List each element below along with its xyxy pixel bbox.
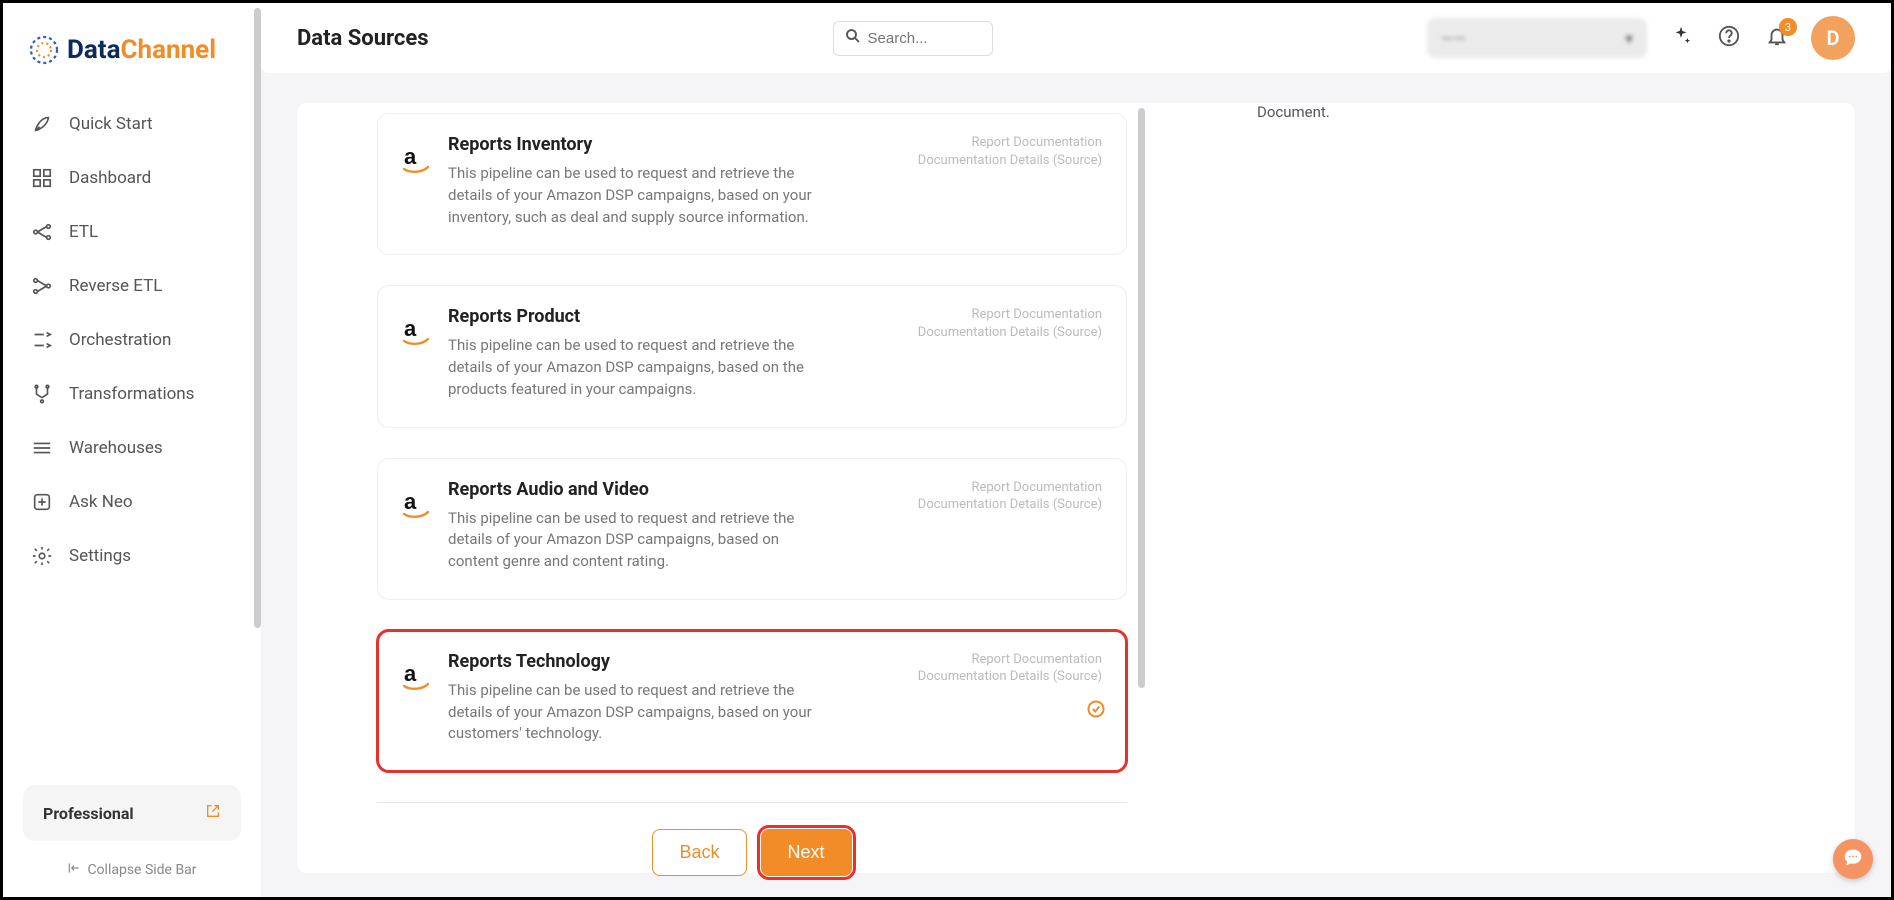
search-field[interactable] <box>868 30 982 47</box>
avatar[interactable]: D <box>1811 16 1855 60</box>
svg-text:a: a <box>404 661 417 686</box>
report-documentation-link[interactable]: Report Documentation <box>918 651 1102 669</box>
amazon-icon: a <box>402 479 430 573</box>
reverse-etl-icon <box>31 275 53 297</box>
warehouses-icon <box>31 437 53 459</box>
logo-text: DataChannel <box>67 35 216 65</box>
documentation-details-link[interactable]: Documentation Details (Source) <box>918 668 1102 686</box>
search-input[interactable] <box>833 21 993 56</box>
collapse-label: Collapse Side Bar <box>87 862 196 878</box>
card-description: This pipeline can be used to request and… <box>448 680 818 745</box>
sidebar-item-etl[interactable]: ETL <box>3 205 261 259</box>
pipeline-card-reports-technology[interactable]: a Reports Technology This pipeline can b… <box>377 630 1127 772</box>
sidebar-item-transformations[interactable]: Transformations <box>3 367 261 421</box>
logo[interactable]: DataChannel <box>3 21 261 97</box>
pipeline-list: a Reports Inventory This pipeline can be… <box>297 103 1127 873</box>
dashboard-icon <box>31 167 53 189</box>
right-panel: Document. <box>1127 103 1855 873</box>
card-description: This pipeline can be used to request and… <box>448 163 818 228</box>
documentation-details-link[interactable]: Documentation Details (Source) <box>918 496 1102 514</box>
sidebar-item-orchestration[interactable]: Orchestration <box>3 313 261 367</box>
sparkle-button[interactable] <box>1667 24 1695 52</box>
page-title: Data Sources <box>297 26 429 51</box>
check-circle-icon <box>1086 699 1106 723</box>
notifications-badge: 3 <box>1779 18 1797 36</box>
main: Data Sources —— ▾ <box>261 3 1891 897</box>
gear-icon <box>31 545 53 567</box>
card-title: Reports Audio and Video <box>448 479 900 500</box>
report-documentation-link[interactable]: Report Documentation <box>918 134 1102 152</box>
amazon-icon: a <box>402 134 430 228</box>
button-row: Back Next <box>377 829 1127 876</box>
sidebar-item-label: Transformations <box>69 384 194 404</box>
help-button[interactable] <box>1715 24 1743 52</box>
sidebar-item-quick-start[interactable]: Quick Start <box>3 97 261 151</box>
search-icon <box>844 27 862 49</box>
card-title: Reports Technology <box>448 651 900 672</box>
orchestration-icon <box>31 329 53 351</box>
divider <box>377 802 1127 803</box>
sidebar-item-label: Settings <box>69 546 131 566</box>
pipeline-card-reports-audio-video[interactable]: a Reports Audio and Video This pipeline … <box>377 458 1127 600</box>
sidebar-item-dashboard[interactable]: Dashboard <box>3 151 261 205</box>
sidebar-item-label: Dashboard <box>69 168 151 188</box>
content-panel: a Reports Inventory This pipeline can be… <box>297 103 1855 873</box>
card-title: Reports Inventory <box>448 134 900 155</box>
notifications-button[interactable]: 3 <box>1763 24 1791 52</box>
chevron-down-icon: ▾ <box>1625 29 1633 48</box>
workspace-selector[interactable]: —— ▾ <box>1427 18 1647 58</box>
card-description: This pipeline can be used to request and… <box>448 335 818 400</box>
collapse-icon <box>67 861 81 879</box>
amazon-icon: a <box>402 306 430 400</box>
workspace-label: —— <box>1441 29 1466 48</box>
pipeline-card-reports-product[interactable]: a Reports Product This pipeline can be u… <box>377 285 1127 427</box>
card-links: Report Documentation Documentation Detai… <box>918 651 1102 745</box>
chat-widget[interactable] <box>1833 839 1873 879</box>
external-link-icon <box>205 803 221 823</box>
logo-icon <box>27 33 61 67</box>
document-text: Document. <box>1257 103 1815 121</box>
collapse-sidebar[interactable]: Collapse Side Bar <box>3 853 261 879</box>
help-icon <box>1718 25 1740 51</box>
svg-text:a: a <box>404 316 417 341</box>
svg-text:a: a <box>404 144 417 169</box>
pipeline-card-reports-inventory[interactable]: a Reports Inventory This pipeline can be… <box>377 113 1127 255</box>
etl-icon <box>31 221 53 243</box>
card-links: Report Documentation Documentation Detai… <box>918 134 1102 228</box>
sidebar-item-label: Quick Start <box>69 114 153 134</box>
sidebar: DataChannel Quick Start Dashboard ETL <box>3 3 261 897</box>
documentation-details-link[interactable]: Documentation Details (Source) <box>918 152 1102 170</box>
transformations-icon <box>31 383 53 405</box>
back-button[interactable]: Back <box>652 829 746 876</box>
sparkle-icon <box>1670 25 1692 51</box>
sidebar-item-label: Ask Neo <box>69 492 133 512</box>
ask-neo-icon <box>31 491 53 513</box>
sidebar-item-label: Reverse ETL <box>69 276 162 296</box>
plan-chip[interactable]: Professional <box>23 785 241 841</box>
report-documentation-link[interactable]: Report Documentation <box>918 479 1102 497</box>
chat-icon <box>1843 847 1863 871</box>
report-documentation-link[interactable]: Report Documentation <box>918 306 1102 324</box>
avatar-letter: D <box>1826 26 1839 50</box>
card-links: Report Documentation Documentation Detai… <box>918 306 1102 400</box>
topbar: Data Sources —— ▾ <box>261 3 1891 73</box>
documentation-details-link[interactable]: Documentation Details (Source) <box>918 324 1102 342</box>
sidebar-item-reverse-etl[interactable]: Reverse ETL <box>3 259 261 313</box>
amazon-icon: a <box>402 651 430 745</box>
list-scrollbar[interactable] <box>1138 108 1145 688</box>
rocket-icon <box>31 113 53 135</box>
svg-text:a: a <box>404 489 417 514</box>
sidebar-item-label: ETL <box>69 222 98 242</box>
card-links: Report Documentation Documentation Detai… <box>918 479 1102 573</box>
card-description: This pipeline can be used to request and… <box>448 508 818 573</box>
sidebar-item-settings[interactable]: Settings <box>3 529 261 583</box>
next-button[interactable]: Next <box>761 829 852 876</box>
sidebar-scrollbar[interactable] <box>254 8 261 628</box>
plan-label: Professional <box>43 804 134 823</box>
sidebar-item-label: Orchestration <box>69 330 171 350</box>
sidebar-item-label: Warehouses <box>69 438 163 458</box>
card-title: Reports Product <box>448 306 900 327</box>
sidebar-item-ask-neo[interactable]: Ask Neo <box>3 475 261 529</box>
sidebar-item-warehouses[interactable]: Warehouses <box>3 421 261 475</box>
